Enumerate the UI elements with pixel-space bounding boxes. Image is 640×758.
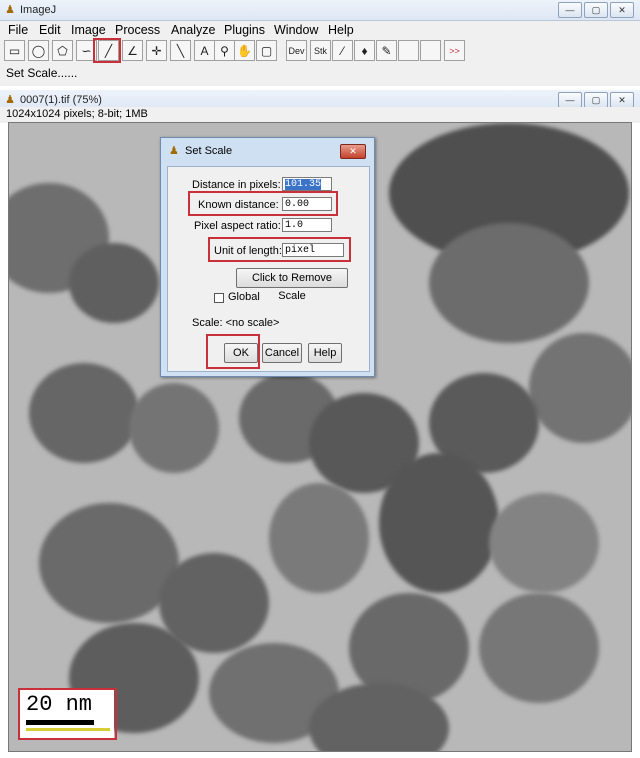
distance-value: 101.35 <box>285 179 322 190</box>
dialog-body: Distance in pixels: 101.35 Known distanc… <box>167 166 370 372</box>
dialog-close-button[interactable]: ✕ <box>340 144 366 159</box>
dialog-title: Set Scale <box>185 145 233 157</box>
menu-edit[interactable]: Edit <box>39 23 61 37</box>
particle-shape <box>39 503 179 623</box>
particle-shape <box>529 333 631 443</box>
image-close-button[interactable]: ✕ <box>610 92 634 108</box>
maximize-button[interactable]: ▢ <box>584 2 608 18</box>
imagej-logo-icon: ♟ <box>5 4 15 16</box>
brush-tool-icon[interactable]: ⁄ <box>332 40 353 61</box>
text-tool-icon[interactable]: A <box>194 40 215 61</box>
set-scale-dialog: ♟ Set Scale ✕ Distance in pixels: 101.35… <box>160 137 375 377</box>
flood-fill-tool-icon[interactable]: ♦ <box>354 40 375 61</box>
particle-shape <box>429 223 589 343</box>
minimize-button[interactable]: — <box>558 2 582 18</box>
particle-shape <box>269 483 369 593</box>
scale-readout: Scale: <no scale> <box>192 317 280 329</box>
aspect-ratio-label: Pixel aspect ratio: <box>194 220 281 232</box>
help-button[interactable]: Help <box>308 343 342 363</box>
close-button[interactable]: ✕ <box>610 2 634 18</box>
dialog-title-bar[interactable]: ♟ Set Scale ✕ <box>161 138 374 162</box>
menu-help[interactable]: Help <box>328 23 354 37</box>
angle-tool-icon[interactable]: ∠ <box>122 40 143 61</box>
particle-shape <box>129 383 219 473</box>
oval-tool-icon[interactable]: ◯ <box>28 40 49 61</box>
particle-shape <box>479 593 599 703</box>
dialog-icon: ♟ <box>169 145 179 157</box>
stk-menu-button[interactable]: Stk <box>310 40 331 61</box>
status-text: Set Scale...... <box>6 66 78 80</box>
dev-menu-button[interactable]: Dev <box>286 40 307 61</box>
empty-tool-slot-2[interactable] <box>420 40 441 61</box>
image-window-icon: ♟ <box>5 94 15 106</box>
hand-tool-icon[interactable]: ✋ <box>234 40 255 61</box>
aspect-ratio-input[interactable]: 1.0 <box>282 218 332 232</box>
menu-file[interactable]: File <box>8 23 28 37</box>
menu-window[interactable]: Window <box>274 23 318 37</box>
global-label: Global <box>228 291 260 303</box>
wand-tool-icon[interactable]: ╲ <box>170 40 191 61</box>
empty-tool-slot-1[interactable] <box>398 40 419 61</box>
pencil-tool-icon[interactable]: ✎ <box>376 40 397 61</box>
particle-shape <box>69 243 159 323</box>
particle-shape <box>379 453 499 593</box>
image-maximize-button[interactable]: ▢ <box>584 92 608 108</box>
tool-bar: ▭ ◯ ⬠ ∽ ╱ ∠ ✛ ╲ A ⚲ ✋ ▢ Dev Stk ⁄ ♦ ✎ >> <box>0 38 640 65</box>
ok-button-highlight <box>206 334 260 369</box>
more-tools-button[interactable]: >> <box>444 40 465 61</box>
image-minimize-button[interactable]: — <box>558 92 582 108</box>
menu-process[interactable]: Process <box>115 23 160 37</box>
image-window-title: 0007(1).tif (75%) <box>20 94 102 106</box>
known-distance-highlight <box>188 191 338 216</box>
distance-label: Distance in pixels: <box>192 179 281 191</box>
color-picker-tool-icon[interactable]: ▢ <box>256 40 277 61</box>
line-tool-highlight <box>93 38 121 63</box>
menu-bar: File Edit Image Process Analyze Plugins … <box>0 21 640 39</box>
unit-of-length-highlight <box>208 237 351 262</box>
global-checkbox[interactable] <box>214 293 224 303</box>
distance-input[interactable]: 101.35 <box>282 177 332 191</box>
menu-image[interactable]: Image <box>71 23 106 37</box>
menu-plugins[interactable]: Plugins <box>224 23 265 37</box>
particle-shape <box>29 363 139 463</box>
rectangle-tool-icon[interactable]: ▭ <box>4 40 25 61</box>
remove-scale-button[interactable]: Click to Remove Scale <box>236 268 348 302</box>
main-title-bar[interactable]: ♟ ImageJ — ▢ ✕ <box>0 0 640 21</box>
image-info-bar: 1024x1024 pixels; 8-bit; 1MB <box>0 107 640 123</box>
particle-shape <box>489 493 599 593</box>
polygon-tool-icon[interactable]: ⬠ <box>52 40 73 61</box>
scale-bar-highlight <box>18 688 117 740</box>
cancel-button[interactable]: Cancel <box>262 343 302 363</box>
menu-analyze[interactable]: Analyze <box>171 23 215 37</box>
point-tool-icon[interactable]: ✛ <box>146 40 167 61</box>
image-info-text: 1024x1024 pixels; 8-bit; 1MB <box>6 108 148 120</box>
main-window-title: ImageJ <box>20 4 57 16</box>
magnifier-tool-icon[interactable]: ⚲ <box>214 40 235 61</box>
